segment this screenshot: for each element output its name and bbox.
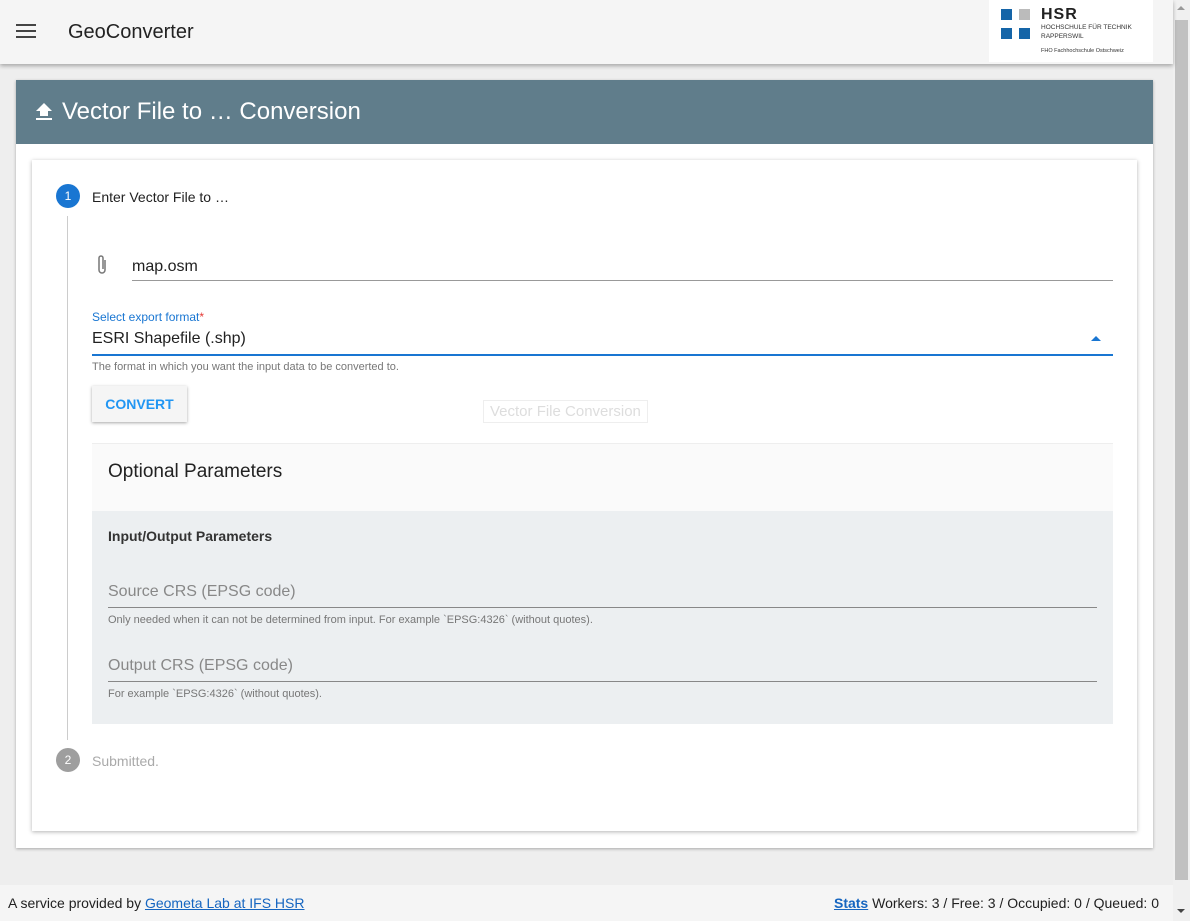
step-1-badge: 1 <box>56 184 80 208</box>
scrollbar[interactable] <box>1173 0 1190 921</box>
card-title: Vector File to … Conversion <box>62 98 361 125</box>
optional-title: Optional Parameters <box>108 461 283 482</box>
format-label: Select export format* <box>92 310 205 324</box>
format-hint: The format in which you want the input d… <box>92 361 399 373</box>
conversion-card: Vector File to … Conversion 1 Enter Vect… <box>16 80 1153 848</box>
app-title: GeoConverter <box>68 21 194 43</box>
optional-parameters-body: Input/Output Parameters Source CRS (EPSG… <box>92 511 1113 724</box>
file-input[interactable]: map.osm <box>132 246 1113 281</box>
paperclip-icon <box>98 255 106 274</box>
geometa-link[interactable]: Geometa Lab at IFS HSR <box>145 895 305 911</box>
step-2-label[interactable]: Submitted. <box>92 753 159 769</box>
stepper: 1 Enter Vector File to … map.osm Select … <box>32 160 1137 831</box>
step-connector <box>67 216 68 740</box>
output-crs-input[interactable]: Output CRS (EPSG code) <box>108 649 1097 682</box>
footer: A service provided by Geometa Lab at IFS… <box>0 885 1173 921</box>
file-value: map.osm <box>132 258 198 275</box>
dropdown-arrow-icon <box>1091 336 1101 341</box>
logo-line3: FHO Fachhochschule Ostschweiz <box>1041 48 1124 54</box>
logo-line1: HOCHSCHULE FÜR TECHNIK <box>1041 24 1132 31</box>
format-value: ESRI Shapefile (.shp) <box>92 330 246 347</box>
output-crs-hint: For example `EPSG:4326` (without quotes)… <box>108 688 322 700</box>
stats-link[interactable]: Stats <box>834 895 868 911</box>
stats-text: Workers: 3 / Free: 3 / Occupied: 0 / Que… <box>872 895 1159 911</box>
logo-text: HSR <box>1041 6 1078 23</box>
footer-stats: Stats Workers: 3 / Free: 3 / Occupied: 0… <box>834 895 1159 911</box>
menu-icon[interactable] <box>16 24 36 40</box>
scroll-up-icon[interactable] <box>1177 6 1185 10</box>
scroll-down-icon[interactable] <box>1177 909 1185 913</box>
convert-button[interactable]: CONVERT <box>92 386 187 422</box>
app-bar: GeoConverter HSR HOCHSCHULE FÜR TECHNIK … <box>0 0 1173 64</box>
optional-parameters-header[interactable]: Optional Parameters <box>92 443 1113 511</box>
source-crs-input[interactable]: Source CRS (EPSG code) <box>108 575 1097 608</box>
hsr-logo: HSR HOCHSCHULE FÜR TECHNIK RAPPERSWIL FH… <box>989 0 1153 62</box>
scrollbar-thumb[interactable] <box>1175 20 1188 880</box>
logo-line2: RAPPERSWIL <box>1041 33 1084 40</box>
step-2-badge: 2 <box>56 748 80 772</box>
source-crs-placeholder: Source CRS (EPSG code) <box>108 583 296 600</box>
footer-credit: A service provided by Geometa Lab at IFS… <box>8 895 305 911</box>
step-1-label[interactable]: Enter Vector File to … <box>92 189 229 205</box>
tooltip: Vector File Conversion <box>483 400 648 423</box>
source-crs-hint: Only needed when it can not be determine… <box>108 614 593 626</box>
output-crs-placeholder: Output CRS (EPSG code) <box>108 657 293 674</box>
section-title: Input/Output Parameters <box>108 528 273 544</box>
card-header: Vector File to … Conversion <box>16 80 1153 144</box>
upload-icon <box>36 103 52 120</box>
format-select[interactable]: ESRI Shapefile (.shp) <box>92 326 1113 356</box>
